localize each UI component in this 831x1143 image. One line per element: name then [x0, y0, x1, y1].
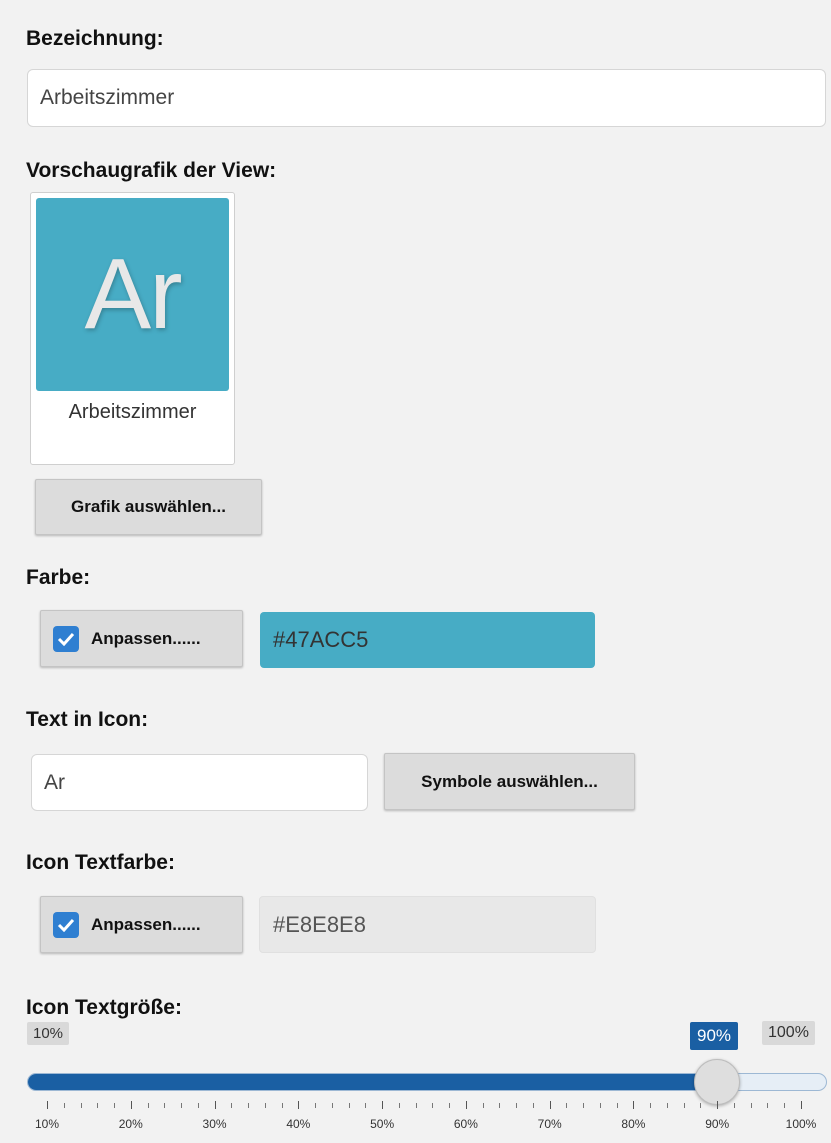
slider-minor-tick — [784, 1103, 786, 1108]
slider-minor-tick — [583, 1103, 585, 1108]
icon-textcolor-checkbox[interactable] — [53, 911, 79, 938]
preview-label: Vorschaugrafik der View: — [26, 159, 277, 182]
slider-tick-label: 10% — [34, 1117, 60, 1131]
icon-textcolor-customize-label: Anpassen...... — [91, 914, 201, 934]
slider-minor-tick — [80, 1103, 82, 1108]
slider-minor-tick — [248, 1103, 250, 1108]
slider-minor-tick — [616, 1103, 618, 1108]
slider-minor-tick — [449, 1103, 451, 1108]
slider-handle[interactable] — [694, 1059, 741, 1105]
slider-minor-tick — [666, 1103, 668, 1108]
slider-tick-label: 40% — [286, 1117, 311, 1131]
slider-minor-tick — [566, 1103, 568, 1108]
slider-value-badge: 90% — [690, 1022, 739, 1050]
farbe-customize-label: Anpassen...... — [91, 628, 201, 648]
icon-text-input[interactable]: Ar — [31, 754, 368, 811]
slider-minor-tick — [264, 1103, 266, 1108]
slider-minor-tick — [331, 1103, 333, 1108]
slider-minor-tick — [650, 1103, 652, 1108]
slider-minor-tick — [516, 1103, 518, 1108]
slider-tick-label: 50% — [370, 1117, 395, 1131]
slider-minor-tick — [63, 1103, 65, 1108]
slider-tick-label: 70% — [537, 1117, 562, 1131]
slider-minor-tick — [365, 1103, 367, 1108]
slider-minor-tick — [97, 1103, 99, 1108]
preview-card: Ar Arbeitszimmer — [30, 192, 235, 465]
slider-minor-tick — [432, 1103, 434, 1108]
farbe-customize-button[interactable]: Anpassen...... — [40, 610, 243, 667]
slider-minor-tick — [733, 1103, 735, 1108]
slider-minor-tick — [750, 1103, 752, 1108]
slider-minor-tick — [231, 1103, 233, 1108]
icon-textsize-label: Icon Textgröße: — [26, 996, 182, 1019]
farbe-color-field[interactable]: #47ACC5 — [260, 612, 595, 668]
icon-textcolor-label: Icon Textfarbe: — [26, 851, 175, 874]
select-symbols-button[interactable]: Symbole auswählen... — [384, 753, 635, 810]
slider-major-tick — [549, 1101, 551, 1109]
slider-major-tick — [717, 1101, 719, 1109]
slider-minor-tick — [700, 1103, 702, 1108]
icon-textcolor-customize-button[interactable]: Anpassen...... — [40, 896, 243, 953]
slider-min-label: 10% — [27, 1022, 70, 1045]
slider-minor-tick — [599, 1103, 601, 1108]
slider-minor-tick — [532, 1103, 534, 1108]
icon-textcolor-field[interactable]: #E8E8E8 — [259, 896, 596, 953]
slider-fill — [28, 1074, 719, 1090]
slider-minor-tick — [147, 1103, 149, 1108]
slider-minor-tick — [348, 1103, 350, 1108]
farbe-label: Farbe: — [26, 566, 91, 589]
slider-minor-tick — [164, 1103, 166, 1108]
preview-caption: Arbeitszimmer — [68, 401, 197, 423]
slider-major-tick — [47, 1101, 48, 1109]
slider-minor-tick — [482, 1103, 484, 1108]
slider-tick-label: 30% — [202, 1117, 227, 1131]
farbe-checkbox[interactable] — [53, 625, 79, 652]
slider-minor-tick — [197, 1103, 199, 1108]
slider-major-tick — [633, 1101, 635, 1109]
slider-max-label: 100% — [762, 1021, 815, 1045]
slider-minor-tick — [114, 1103, 116, 1108]
slider-minor-tick — [683, 1103, 685, 1108]
preview-tile: Ar — [36, 198, 229, 391]
slider-major-tick — [298, 1101, 300, 1109]
bezeichnung-label: Bezeichnung: — [26, 27, 164, 50]
preview-icon-text: Ar — [84, 238, 183, 350]
slider-tick-label: 20% — [118, 1117, 143, 1131]
slider-major-tick — [801, 1101, 802, 1109]
select-graphic-button[interactable]: Grafik auswählen... — [35, 479, 262, 535]
slider-minor-tick — [281, 1103, 283, 1108]
slider-minor-tick — [767, 1103, 769, 1108]
slider-minor-tick — [398, 1103, 400, 1108]
slider-tick-label: 90% — [705, 1117, 730, 1131]
slider-major-tick — [130, 1101, 132, 1109]
slider-major-tick — [465, 1101, 467, 1109]
bezeichnung-input[interactable]: Arbeitszimmer — [27, 69, 826, 127]
slider-major-tick — [382, 1101, 384, 1109]
icon-text-label: Text in Icon: — [26, 708, 149, 731]
slider-minor-tick — [181, 1103, 183, 1108]
slider-major-tick — [214, 1101, 216, 1109]
check-icon — [57, 918, 75, 932]
slider-minor-tick — [499, 1103, 501, 1108]
slider-tick-label: 60% — [453, 1117, 478, 1131]
check-icon — [57, 632, 75, 646]
slider-tick-label: 80% — [621, 1117, 646, 1131]
slider-minor-tick — [415, 1103, 417, 1108]
slider-minor-tick — [315, 1103, 317, 1108]
slider-tick-label: 100% — [785, 1117, 817, 1131]
